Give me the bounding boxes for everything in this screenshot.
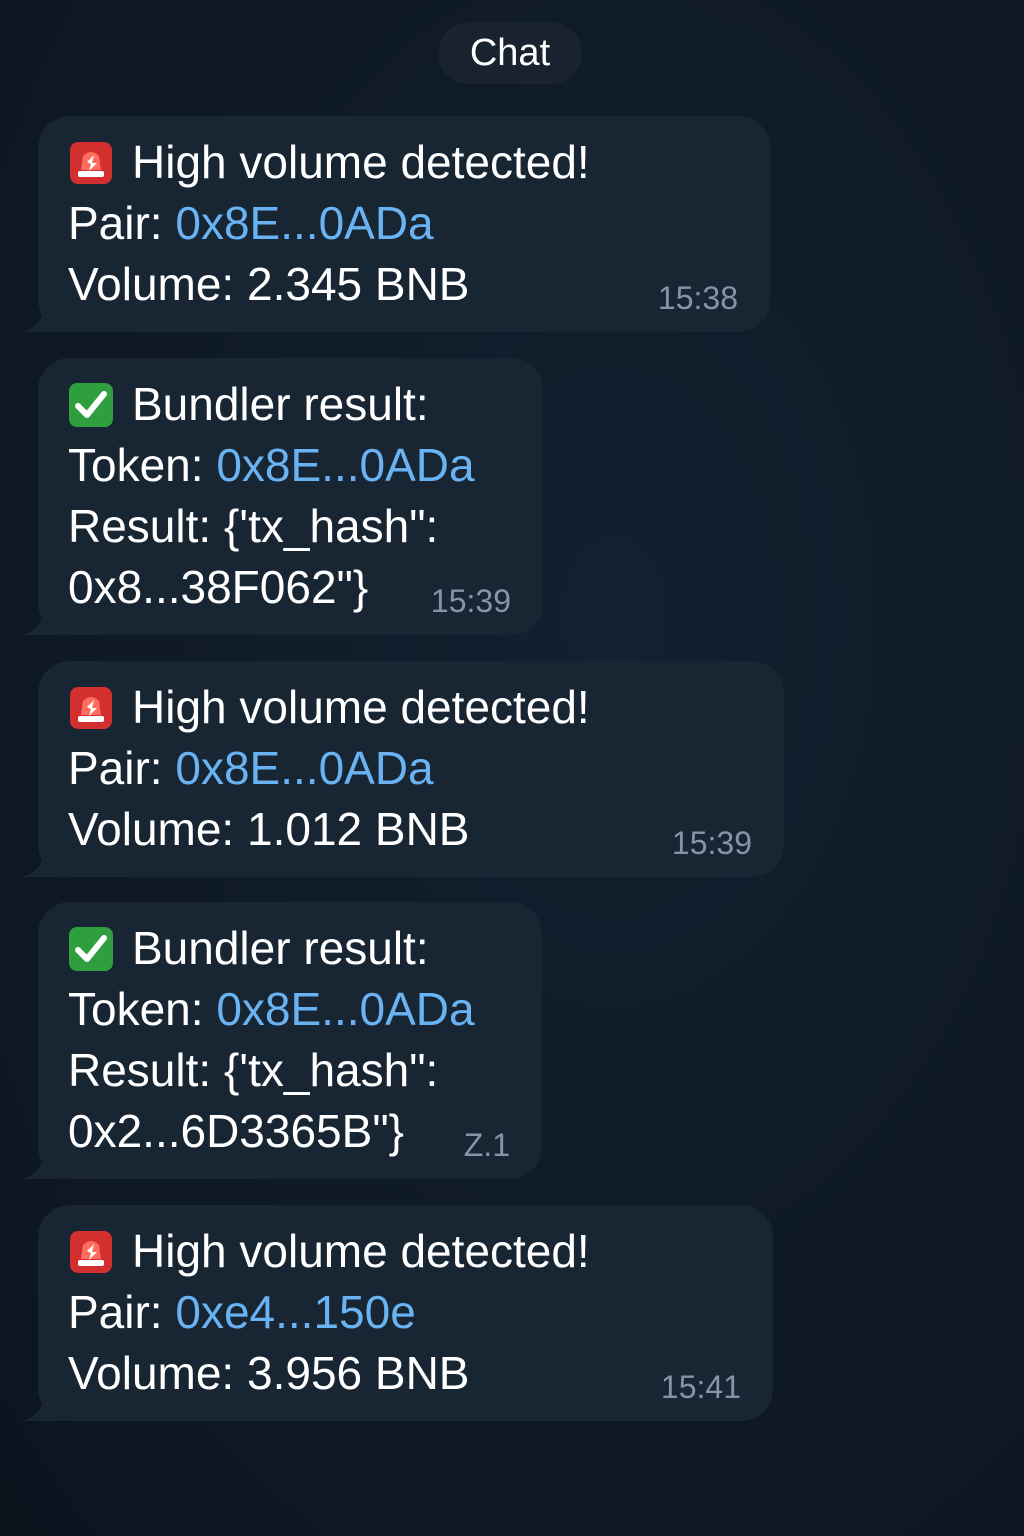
message-title-line: High volume detected! [68, 1221, 773, 1282]
message-time: 15:39 [430, 583, 511, 619]
token-address-link[interactable]: 0x8E...0ADa [216, 435, 474, 496]
pair-label: Pair: [68, 197, 163, 249]
message-title: High volume detected! [132, 681, 590, 733]
message-pair-line: Pair: 0x8E...0ADa [68, 738, 784, 799]
message-title: Bundler result: [132, 922, 429, 974]
message-time: 15:41 [660, 1369, 741, 1405]
message-title-line: High volume detected! [68, 132, 770, 193]
token-label: Token: [68, 983, 204, 1035]
chat-screen: Chat High volume detected! Pair: 0x8E...… [0, 0, 1024, 1536]
message-pair-line: Pair: 0xe4...150e [68, 1282, 773, 1343]
siren-icon [68, 685, 114, 731]
check-icon [68, 382, 114, 428]
message-result: Result: {'tx_hash": [68, 500, 439, 552]
message-bubble[interactable]: High volume detected! Pair: 0x8E...0ADa … [38, 661, 784, 877]
message-bubble[interactable]: Bundler result: Token: 0x8E...0ADa Resul… [38, 902, 542, 1179]
message-pair-line: Pair: 0x8E...0ADa [68, 193, 770, 254]
message-bubble[interactable]: High volume detected! Pair: 0x8E...0ADa … [38, 116, 770, 332]
message-bubble[interactable]: High volume detected! Pair: 0xe4...150e … [38, 1205, 773, 1421]
pair-label: Pair: [68, 742, 163, 794]
pair-address-link[interactable]: 0xe4...150e [175, 1282, 415, 1343]
message-title-line: Bundler result: [68, 374, 543, 435]
token-label: Token: [68, 439, 204, 491]
token-address-link[interactable]: 0x8E...0ADa [216, 979, 474, 1040]
message-token-line: Token: 0x8E...0ADa [68, 979, 542, 1040]
message-title: Bundler result: [132, 378, 429, 430]
message-result: Result: {'tx_hash": [68, 1044, 439, 1096]
message-title: High volume detected! [132, 136, 590, 188]
message-time: Z.1 [463, 1127, 510, 1163]
message-title-line: High volume detected! [68, 677, 784, 738]
pair-address-link[interactable]: 0x8E...0ADa [175, 738, 433, 799]
pair-label: Pair: [68, 1286, 163, 1338]
message-time: 15:39 [671, 825, 752, 861]
siren-icon [68, 140, 114, 186]
chat-title-chip: Chat [438, 22, 582, 84]
check-icon [68, 926, 114, 972]
message-title: High volume detected! [132, 1225, 590, 1277]
message-title-line: Bundler result: [68, 918, 542, 979]
message-bubble[interactable]: Bundler result: Token: 0x8E...0ADa Resul… [38, 358, 543, 635]
pair-address-link[interactable]: 0x8E...0ADa [175, 193, 433, 254]
message-token-line: Token: 0x8E...0ADa [68, 435, 543, 496]
message-time: 15:38 [657, 280, 738, 316]
siren-icon [68, 1229, 114, 1275]
